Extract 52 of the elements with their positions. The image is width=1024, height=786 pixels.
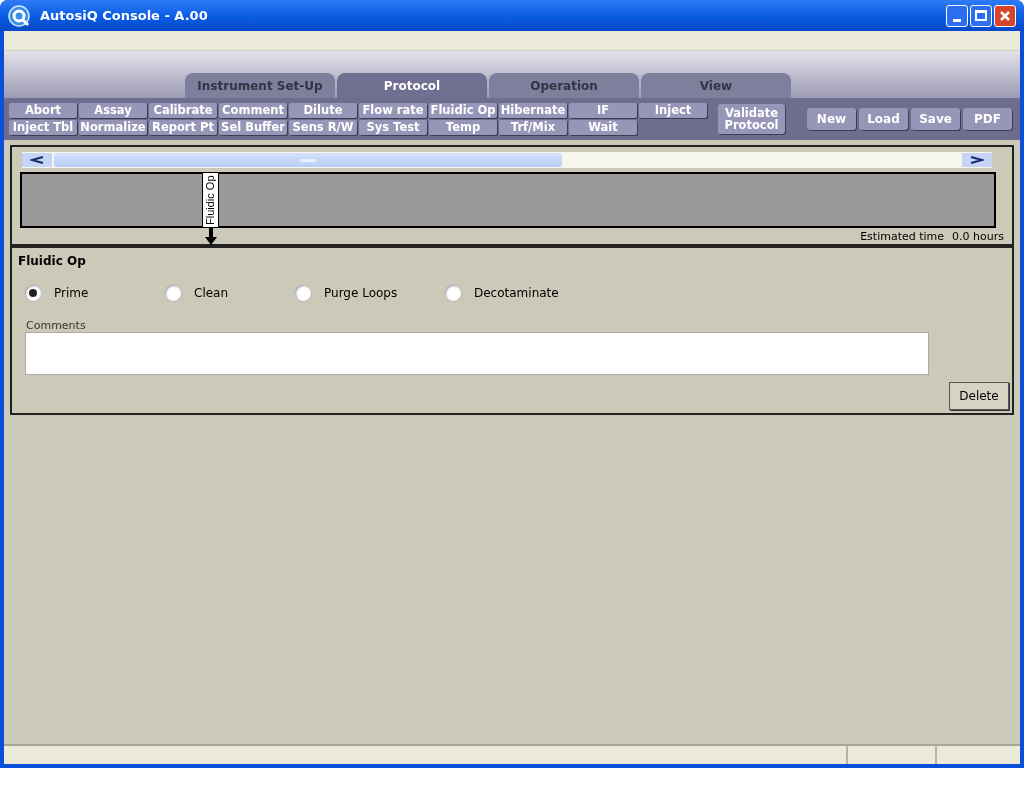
minimize-button[interactable] [946, 4, 968, 27]
step-button[interactable]: Sys Test [359, 120, 427, 135]
radio-option[interactable]: Decotaminate [444, 284, 584, 302]
step-button[interactable]: Inject Tbl [9, 120, 77, 135]
step-title: Fluidic Op [18, 253, 86, 270]
step-button[interactable]: Hibernate [499, 103, 567, 118]
scroll-right-button[interactable] [962, 153, 992, 167]
step-button[interactable]: Trf/Mix [499, 120, 567, 135]
comments-label: Comments [26, 318, 86, 334]
estimated-time-value: 0.0 hours [952, 229, 1004, 245]
tab[interactable]: Operation [489, 73, 639, 98]
close-button[interactable] [994, 4, 1016, 27]
grip-icon [299, 157, 317, 163]
comments-field[interactable] [25, 332, 929, 375]
radio-option[interactable]: Purge Loops [294, 284, 444, 302]
file-button[interactable]: Load [859, 108, 908, 130]
file-button[interactable]: New [807, 108, 856, 130]
radio-option[interactable]: Clean [164, 284, 294, 302]
maximize-icon [975, 10, 987, 21]
close-icon [999, 9, 1011, 22]
step-button[interactable]: Inject [639, 103, 707, 118]
scroll-thumb[interactable] [54, 153, 562, 167]
down-arrow-icon [204, 228, 217, 245]
scroll-left-button[interactable] [22, 153, 52, 167]
validate-protocol-button[interactable]: Validate Protocol [718, 104, 785, 134]
delete-button[interactable]: Delete [949, 382, 1009, 410]
step-button[interactable]: Sens R/W [289, 120, 357, 135]
radio-option[interactable]: Prime [24, 284, 164, 302]
file-button[interactable]: Save [911, 108, 960, 130]
window-title: AutosiQ Console - A.00 [40, 6, 208, 25]
step-button[interactable]: Calibrate [149, 103, 217, 118]
minimize-icon [953, 18, 961, 22]
step-button[interactable]: Assay [79, 103, 147, 118]
step-button[interactable]: IF [569, 103, 637, 118]
step-button[interactable]: Fluidic Op [429, 103, 497, 118]
file-button[interactable]: PDF [963, 108, 1012, 130]
app-logo-icon [8, 4, 32, 27]
step-button[interactable]: Comment [219, 103, 287, 118]
step-button[interactable]: Normalize [79, 120, 147, 135]
tab[interactable]: View [641, 73, 791, 98]
step-button[interactable]: Abort [9, 103, 77, 118]
tab[interactable]: Protocol [337, 73, 487, 98]
step-button[interactable]: Dilute [289, 103, 357, 118]
step-button[interactable]: Sel Buffer [219, 120, 287, 135]
step-button[interactable]: Wait [569, 120, 637, 135]
step-button[interactable]: Report Pt [149, 120, 217, 135]
estimated-time-label: Estimated time [860, 229, 945, 245]
step-button[interactable]: Temp [429, 120, 497, 135]
timeline-step[interactable]: Fluidic Op [202, 172, 219, 228]
maximize-button[interactable] [970, 4, 992, 27]
tab[interactable]: Instrument Set-Up [185, 73, 335, 98]
step-button[interactable]: Flow rate [359, 103, 427, 118]
